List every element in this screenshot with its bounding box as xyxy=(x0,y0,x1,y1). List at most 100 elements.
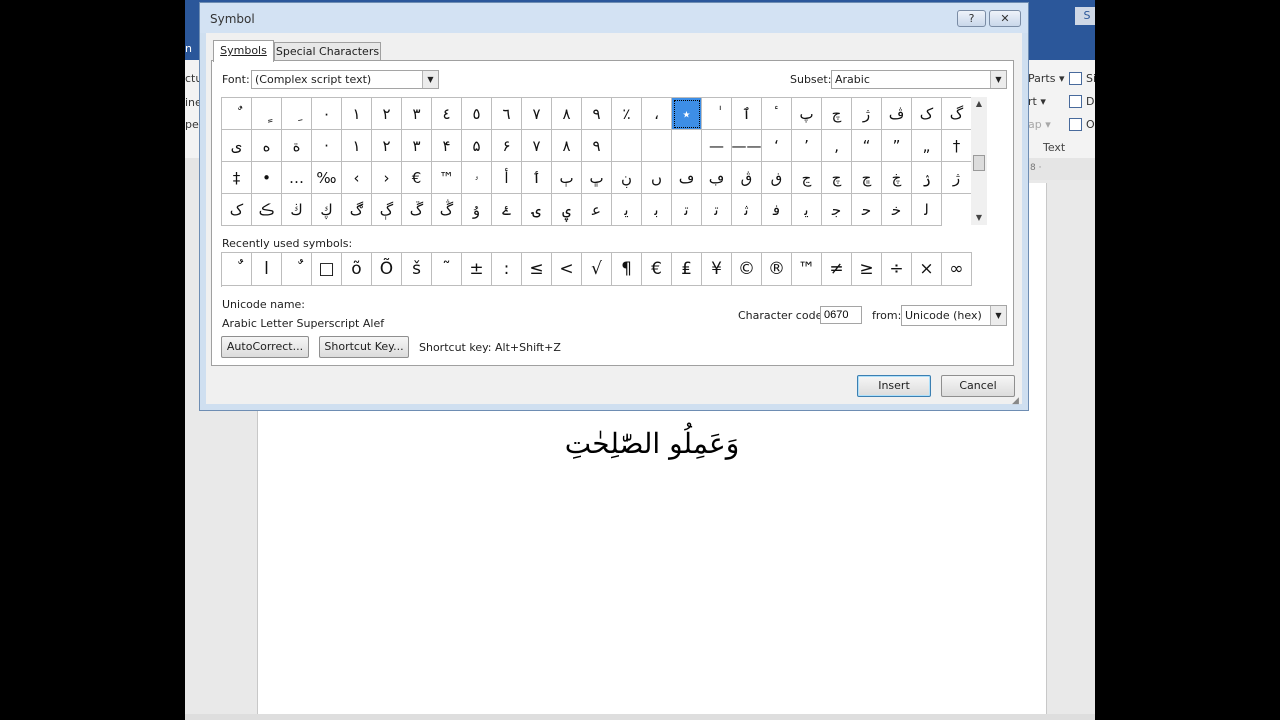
chevron-down-icon[interactable]: ▼ xyxy=(422,71,438,88)
recent-symbol-cell[interactable]: √ xyxy=(582,253,612,286)
tab-symbols[interactable]: Symbols xyxy=(213,40,274,62)
symbol-cell[interactable]: ﺣ xyxy=(852,194,882,226)
symbol-cell[interactable]: ٧ xyxy=(522,130,552,162)
symbol-cell[interactable] xyxy=(612,130,642,162)
symbol-cell[interactable]: ‰ xyxy=(312,162,342,194)
signature-icon[interactable] xyxy=(1069,72,1082,85)
symbol-cell[interactable]: ی xyxy=(222,130,252,162)
recent-symbol-cell[interactable]: Õ xyxy=(372,253,402,286)
symbol-cell[interactable]: ڮ xyxy=(312,194,342,226)
symbol-cell[interactable]: ﻳ xyxy=(612,194,642,226)
ribbon-item[interactable]: Parts ▾ xyxy=(1028,72,1064,85)
symbol-cell[interactable]: ٪ xyxy=(612,98,642,130)
symbol-cell[interactable]: چ xyxy=(822,162,852,194)
symbol-cell[interactable]: ڧ xyxy=(762,162,792,194)
symbol-cell[interactable]: ڇ xyxy=(852,162,882,194)
symbol-cell[interactable]: ڿ xyxy=(882,162,912,194)
symbol-cell[interactable]: ١ xyxy=(342,98,372,130)
recent-symbol-cell[interactable]: © xyxy=(732,253,762,286)
recent-symbol-cell[interactable]: ¥ xyxy=(702,253,732,286)
symbol-cell[interactable]: ﻟ xyxy=(912,194,942,226)
symbol-cell[interactable]: ﺗ xyxy=(672,194,702,226)
symbol-cell[interactable]: ڡ xyxy=(672,162,702,194)
symbol-cell[interactable]: —— xyxy=(732,130,762,162)
symbol-cell[interactable]: ۶ xyxy=(492,130,522,162)
symbol-cell[interactable]: ٨ xyxy=(552,130,582,162)
recent-symbol-cell[interactable]: : xyxy=(492,253,522,286)
subset-select[interactable]: Arabic ▼ xyxy=(831,70,1007,89)
symbol-cell[interactable] xyxy=(642,130,672,162)
scroll-thumb[interactable] xyxy=(973,155,985,171)
ribbon-item[interactable]: ap ▾ xyxy=(1028,118,1051,131)
symbol-cell[interactable]: ٰ xyxy=(702,98,732,130)
symbol-cell[interactable]: ﺧ xyxy=(882,194,912,226)
symbol-cell[interactable]: “ xyxy=(852,130,882,162)
ribbon-title-button[interactable]: S xyxy=(1075,7,1095,25)
recent-symbol-cell[interactable]: ≥ xyxy=(852,253,882,286)
symbol-cell[interactable]: ‹ xyxy=(342,162,372,194)
symbol-cell[interactable]: ٢ xyxy=(372,130,402,162)
symbol-cell[interactable]: € xyxy=(402,162,432,194)
ribbon-item[interactable]: D xyxy=(1086,95,1094,108)
symbol-cell[interactable]: ۴ xyxy=(432,130,462,162)
recent-symbol-cell[interactable]: ∞ xyxy=(942,253,972,286)
symbol-cell[interactable]: ژ xyxy=(942,162,972,194)
symbol-cell[interactable]: ‡ xyxy=(222,162,252,194)
symbol-cell[interactable]: ۥ xyxy=(462,162,492,194)
symbol-cell[interactable]: · xyxy=(312,130,342,162)
symbol-cell[interactable]: ۓ xyxy=(492,194,522,226)
chevron-down-icon[interactable]: ▼ xyxy=(990,306,1006,325)
symbol-cell[interactable]: ﻳ xyxy=(792,194,822,226)
symbol-cell[interactable]: ٧ xyxy=(522,98,552,130)
recent-symbol-cell[interactable]: õ xyxy=(342,253,372,286)
symbol-cell[interactable]: ڃ xyxy=(792,162,822,194)
recent-symbol-cell[interactable]: š xyxy=(402,253,432,286)
symbol-cell[interactable] xyxy=(672,130,702,162)
symbol-cell[interactable]: ۑ xyxy=(552,194,582,226)
autocorrect-button[interactable]: AutoCorrect... xyxy=(221,336,309,358)
symbol-cell[interactable]: ٩ xyxy=(582,130,612,162)
font-select[interactable]: (Complex script text) ▼ xyxy=(251,70,439,89)
insert-button[interactable]: Insert xyxy=(857,375,931,397)
symbol-cell[interactable]: … xyxy=(282,162,312,194)
symbol-cell[interactable]: پ xyxy=(792,98,822,130)
recent-symbol-cell[interactable]: □ xyxy=(312,253,342,286)
symbol-cell[interactable]: ک xyxy=(222,194,252,226)
symbol-cell[interactable]: ڳ xyxy=(372,194,402,226)
tab-special-characters[interactable]: Special Characters xyxy=(274,42,381,61)
symbol-cell[interactable]: ۇ xyxy=(462,194,492,226)
recent-symbols-grid[interactable]: ٌاٌ□õÕš˜±:≤<√¶€₤¥©®™≠≥÷×∞ xyxy=(221,252,972,287)
recent-symbol-cell[interactable]: ™ xyxy=(792,253,822,286)
symbol-cell[interactable]: › xyxy=(372,162,402,194)
recent-symbol-cell[interactable]: × xyxy=(912,253,942,286)
symbol-cell[interactable]: „ xyxy=(912,130,942,162)
cancel-button[interactable]: Cancel xyxy=(941,375,1015,397)
symbol-cell[interactable]: ٌ xyxy=(222,98,252,130)
symbol-cell[interactable]: ٴ xyxy=(762,98,792,130)
symbol-cell[interactable]: ‘ xyxy=(762,130,792,162)
symbol-cell[interactable]: ۍ xyxy=(522,194,552,226)
recent-symbol-cell[interactable]: ÷ xyxy=(882,253,912,286)
symbol-cell[interactable]: ڪ xyxy=(252,194,282,226)
recent-symbol-cell[interactable]: ٌ xyxy=(222,253,252,286)
recent-symbol-cell[interactable]: < xyxy=(552,253,582,286)
symbol-cell[interactable]: ڨ xyxy=(732,162,762,194)
chevron-down-icon[interactable]: ▼ xyxy=(990,71,1006,88)
recent-symbol-cell[interactable]: ا xyxy=(252,253,282,286)
symbol-cell[interactable]: چ xyxy=(822,98,852,130)
symbol-cell[interactable]: ﺑ xyxy=(642,194,672,226)
symbol-grid-scrollbar[interactable]: ▲ ▼ xyxy=(971,97,987,225)
symbol-cell[interactable]: ٠ xyxy=(312,98,342,130)
dialog-titlebar[interactable]: Symbol ? ✕ xyxy=(200,3,1028,33)
resize-grip-icon[interactable]: ◢ xyxy=(1012,396,1019,406)
symbol-cell[interactable]: ﺗ xyxy=(702,194,732,226)
symbol-cell[interactable]: ٤ xyxy=(432,98,462,130)
from-select[interactable]: Unicode (hex) ▼ xyxy=(901,305,1007,326)
symbol-cell[interactable]: ٱ xyxy=(732,98,762,130)
recent-symbol-cell[interactable]: ₤ xyxy=(672,253,702,286)
document-text[interactable]: وَعَمِلُو الصّٰلِحٰتِ xyxy=(258,427,1046,460)
symbol-cell[interactable]: ڹ xyxy=(612,162,642,194)
symbol-cell[interactable]: — xyxy=(702,130,732,162)
recent-symbol-cell[interactable]: € xyxy=(642,253,672,286)
ribbon-item[interactable]: pe xyxy=(185,118,199,131)
